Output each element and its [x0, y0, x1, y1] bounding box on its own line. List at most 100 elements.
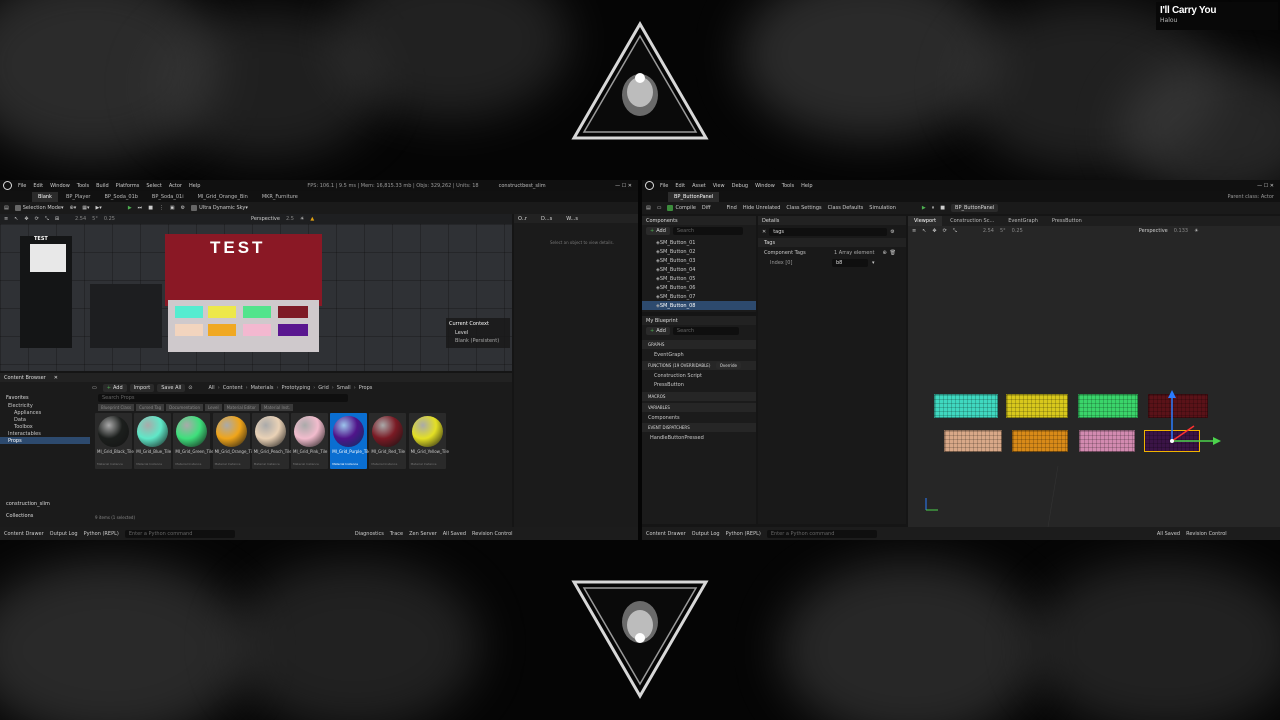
perspective-dropdown[interactable]: Perspective	[1139, 228, 1168, 234]
stop-icon[interactable]: ■	[940, 205, 945, 211]
my-blueprint-search[interactable]: Search	[672, 327, 739, 335]
menu-view[interactable]: View	[713, 183, 725, 189]
find-button[interactable]: Find	[727, 205, 737, 211]
graph-tab-eventgraph[interactable]: EventGraph	[1002, 216, 1044, 226]
folder-props[interactable]: Props	[0, 437, 90, 444]
move-icon[interactable]: ✥	[932, 228, 936, 234]
breadcrumb-small[interactable]: Small	[337, 385, 351, 391]
breadcrumb-content[interactable]: Content	[223, 385, 243, 391]
settings-icon[interactable]: ⚙	[181, 205, 185, 211]
collections-header[interactable]: Collections	[0, 511, 90, 520]
window-controls[interactable]: — ☐ ✕	[615, 183, 632, 189]
tag-value-input[interactable]: b8	[832, 258, 868, 267]
filter-chip[interactable]: Cursed Tag	[136, 404, 165, 411]
menu-tools[interactable]: Tools	[77, 183, 89, 189]
step-icon[interactable]: ⏭	[138, 205, 143, 211]
save-icon[interactable]: ▤	[646, 205, 651, 211]
select-icon[interactable]: ↖	[922, 228, 926, 234]
delete-icon[interactable]: 🗑	[890, 250, 896, 256]
menu-platforms[interactable]: Platforms	[116, 183, 140, 189]
cmd-dropdown[interactable]: Python (REPL)	[84, 531, 119, 537]
output-log-button[interactable]: Output Log	[50, 531, 78, 537]
graphs-section[interactable]: GRAPHS	[642, 340, 756, 349]
diff-button[interactable]: Diff	[702, 205, 711, 211]
play-options-icon[interactable]: ⋮	[159, 205, 164, 211]
breadcrumb-prototyping[interactable]: Prototyping	[282, 385, 311, 391]
filter-chip[interactable]: Documentation	[166, 404, 203, 411]
favorites-header[interactable]: Favorites	[0, 393, 90, 402]
selection-mode-button[interactable]: Selection Mode ▾	[14, 205, 64, 211]
hide-unrelated-button[interactable]: Hide Unrelated	[743, 205, 781, 211]
grid-snap-value[interactable]: 2.54	[75, 216, 86, 222]
graph-tab-viewport[interactable]: Viewport	[908, 216, 943, 226]
close-icon[interactable]: ✕	[54, 375, 58, 381]
menu-file[interactable]: File	[660, 183, 668, 189]
revision-control-button[interactable]: Revision Control	[472, 531, 513, 537]
rotation-snap-value[interactable]: 5°	[92, 216, 98, 222]
save-icon[interactable]: ▤	[4, 205, 9, 211]
filter-chip[interactable]: Material Editor	[223, 404, 259, 411]
move-icon[interactable]: ✥	[24, 216, 28, 222]
graph-tab-pressbutton[interactable]: PressButton	[1046, 216, 1088, 226]
browse-icon[interactable]: ▭	[657, 205, 662, 211]
all-saved-button[interactable]: All Saved	[1157, 531, 1180, 537]
component-item[interactable]: ◈ SM_Button_02	[642, 247, 756, 256]
window-controls-right[interactable]: — ☐ ✕	[1257, 183, 1274, 189]
filter-chip[interactable]: Blueprint Class	[98, 404, 135, 411]
scale-icon[interactable]: ⤡	[953, 228, 957, 234]
folder-appliances[interactable]: Appliances	[0, 409, 90, 416]
platforms-icon[interactable]: ▣	[170, 205, 175, 211]
dispatcher-handlebuttonpressed[interactable]: HandleButtonPressed	[642, 433, 756, 442]
component-item[interactable]: ◈ SM_Button_05	[642, 274, 756, 283]
cinematics-icon[interactable]: ▶▾	[95, 205, 101, 211]
menu-actor[interactable]: Actor	[169, 183, 182, 189]
tags-category[interactable]: Tags	[758, 238, 906, 247]
asset-tile[interactable]: MI_Grid_Orange_Tile Material Instance	[212, 413, 255, 469]
menu-icon[interactable]: ≡	[4, 216, 8, 222]
scale-icon[interactable]: ⤡	[45, 216, 49, 222]
function-construction-script[interactable]: Construction Script	[642, 371, 756, 380]
play-button[interactable]: ▶	[922, 205, 926, 211]
tab-bp-soda-01i[interactable]: BP_Soda_01i	[146, 192, 190, 202]
cmd-dropdown[interactable]: Python (REPL)	[726, 531, 761, 537]
menu-window[interactable]: Window	[755, 183, 775, 189]
scale-snap-value[interactable]: 0.25	[1012, 228, 1023, 234]
asset-tile[interactable]: MI_Grid_Peach_Tile Material Instance	[251, 413, 292, 469]
menu-asset[interactable]: Asset	[692, 183, 706, 189]
class-defaults-button[interactable]: Class Defaults	[828, 205, 864, 211]
event-dispatchers-section[interactable]: EVENT DISPATCHERS	[642, 423, 756, 432]
graph-tab-construction-sc-[interactable]: Construction Sc...	[944, 216, 1000, 226]
asset-tile[interactable]: MI_Grid_Green_Tile Material Instance	[173, 413, 214, 469]
clear-search-icon[interactable]: ✕	[762, 229, 766, 235]
component-item[interactable]: ◈ SM_Button_06	[642, 283, 756, 292]
history-icon[interactable]: ⊙	[188, 385, 192, 391]
menu-tools[interactable]: Tools	[782, 183, 794, 189]
stop-icon[interactable]: ■	[148, 205, 153, 211]
tab-mkr-furniture[interactable]: MKR_Furniture	[256, 192, 304, 202]
chevron-down-icon[interactable]: ▾	[872, 260, 875, 266]
folder-toolbox[interactable]: Toolbox	[0, 423, 90, 430]
tab-bp-soda-01b[interactable]: BP_Soda_01b	[98, 192, 143, 202]
override-dropdown[interactable]: Override	[715, 362, 741, 369]
content-drawer-button[interactable]: Content Drawer	[4, 531, 44, 537]
asset-tile[interactable]: MI_Grid_Pink_Tile Material Instance	[291, 413, 328, 469]
folder-interactables[interactable]: Interactables	[0, 430, 90, 437]
camera-speed[interactable]: 2.5	[286, 216, 294, 222]
component-item[interactable]: ◈ SM_Button_01	[642, 238, 756, 247]
content-drawer-button[interactable]: Content Drawer	[646, 531, 686, 537]
python-command-input[interactable]: Enter a Python command	[766, 529, 877, 538]
blueprint-icon[interactable]: ▦▾	[82, 205, 89, 211]
components-category[interactable]: Components	[642, 413, 756, 422]
folder-electricity[interactable]: Electricity	[0, 402, 90, 409]
folder-icon[interactable]: ▭	[92, 385, 97, 391]
breadcrumb-materials[interactable]: Materials	[251, 385, 274, 391]
add-member-button[interactable]: + Add	[646, 327, 670, 335]
all-saved-button[interactable]: All Saved	[443, 531, 466, 537]
add-actor-icon[interactable]: ⊕▾	[70, 205, 77, 211]
macros-section[interactable]: MACROS	[642, 392, 756, 401]
class-settings-button[interactable]: Class Settings	[786, 205, 821, 211]
breadcrumb-all[interactable]: All	[209, 385, 215, 391]
asset-tile[interactable]: MI_Grid_Blue_Tile Material Instance	[134, 413, 172, 469]
component-item[interactable]: ◈ SM_Button_08	[642, 301, 756, 310]
filter-chip[interactable]: Level	[205, 404, 222, 411]
